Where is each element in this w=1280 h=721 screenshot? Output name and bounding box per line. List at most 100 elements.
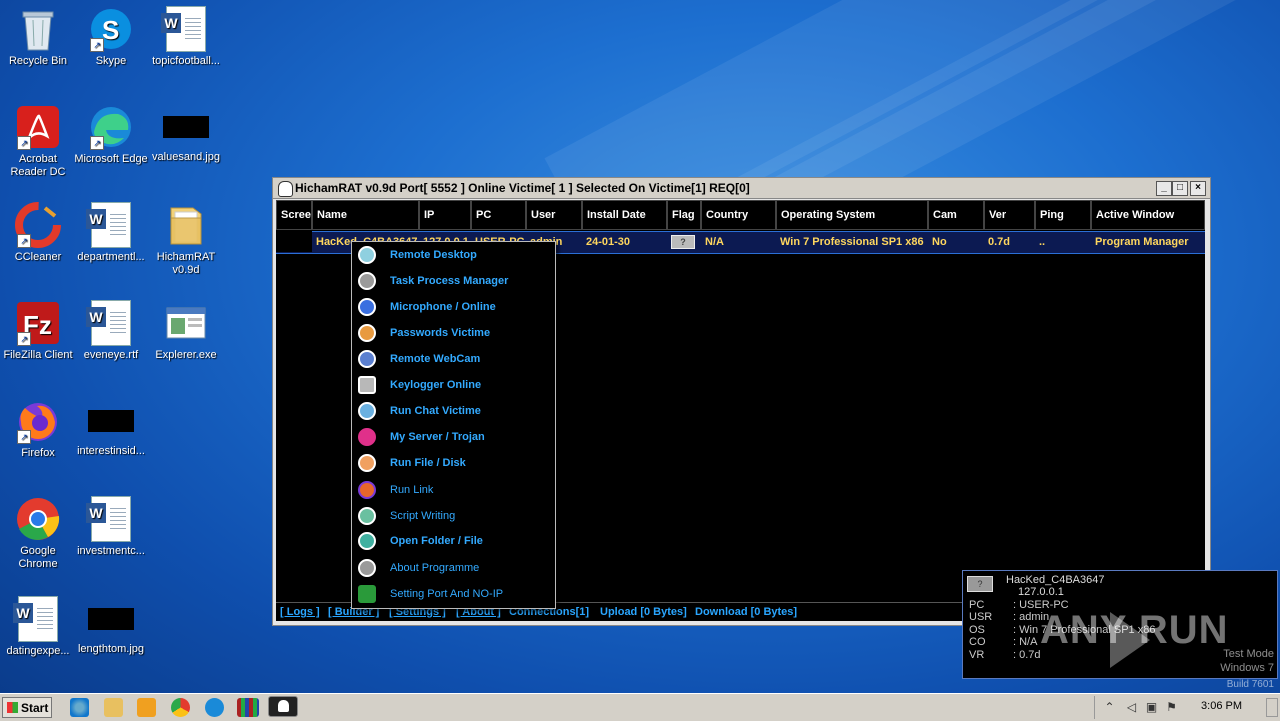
context-menu: Remote Desktop Task Process Manager Micr… [351, 241, 556, 609]
column-header-name[interactable]: Name [312, 200, 419, 230]
flag-icon: ? [671, 234, 695, 249]
desktop-icon-label: Explerer.exe [155, 349, 217, 361]
column-header-flag[interactable]: Flag [667, 200, 701, 230]
show-desktop-button[interactable] [1266, 698, 1278, 717]
hichamrat-taskbar-button[interactable] [268, 696, 298, 717]
desktop-icon-datingexpe[interactable]: W datingexpe... [0, 596, 76, 658]
menu-item-label: My Server / Trojan [390, 431, 485, 443]
window-titlebar[interactable]: HichamRAT v0.9d Port[ 5552 ] Online Vict… [273, 178, 1210, 199]
window-title: HichamRAT v0.9d Port[ 5552 ] Online Vict… [295, 181, 750, 195]
chrome-icon [15, 496, 61, 542]
menu-item-script-writing[interactable]: Script Writing [352, 504, 555, 528]
shortcut-arrow-icon: ↗ [17, 332, 31, 346]
notification-row-pc: PC [969, 599, 985, 611]
menu-item-setting-port[interactable]: Setting Port And NO-IP [352, 582, 555, 606]
menu-item-keylogger[interactable]: Keylogger Online [352, 373, 555, 397]
menu-item-remote-webcam[interactable]: Remote WebCam [352, 347, 555, 371]
column-header-pc[interactable]: PC [471, 200, 526, 230]
desktop-icon-skype[interactable]: S ↗ Skype [73, 6, 149, 68]
column-header-ping[interactable]: Ping [1035, 200, 1091, 230]
column-header-ver[interactable]: Ver [984, 200, 1035, 230]
desktop-icon-label: Skype [95, 55, 127, 67]
menu-item-remote-desktop[interactable]: Remote Desktop [352, 243, 555, 267]
menu-item-run-chat[interactable]: Run Chat Victime [352, 399, 555, 423]
menu-item-my-server[interactable]: My Server / Trojan [352, 425, 555, 449]
column-header-install-date[interactable]: Install Date [582, 200, 667, 230]
edge-icon: ↗ [88, 104, 134, 150]
edge-icon[interactable] [205, 698, 224, 717]
image-thumbnail [88, 608, 134, 630]
network-icon[interactable]: ▣ [1145, 701, 1158, 714]
desktop-icon-label: CCleaner [14, 251, 62, 263]
windows-logo-icon [7, 702, 18, 713]
winrar-icon[interactable] [237, 698, 259, 717]
webcam-icon [358, 350, 376, 368]
minimize-button[interactable]: _ [1156, 181, 1172, 196]
desktop-icon-valuesand[interactable]: valuesand.jpg [148, 104, 224, 164]
desktop-icon-chrome[interactable]: Google Chrome [0, 496, 76, 571]
menu-item-microphone[interactable]: Microphone / Online [352, 295, 555, 319]
desktop-icon-eveneye[interactable]: W eveneye.rtf [73, 300, 149, 362]
column-header-user[interactable]: User [526, 200, 582, 230]
action-center-flag-icon[interactable]: ⚑ [1165, 701, 1178, 714]
menu-item-run-link[interactable]: Run Link [352, 478, 555, 502]
desktop-icon-departmentl[interactable]: W departmentl... [73, 202, 149, 264]
skull-icon [278, 181, 293, 197]
desktop-icon-interestinsid[interactable]: interestinsid... [73, 398, 149, 458]
desktop-icon-explerer[interactable]: Explerer.exe [148, 300, 224, 362]
taskbar: Start ⌃ ◁ ▣ ⚑ 3:06 PM [0, 693, 1280, 721]
column-header-cam[interactable]: Cam [928, 200, 984, 230]
menu-item-about-programme[interactable]: About Programme [352, 556, 555, 580]
desktop-icon-firefox[interactable]: ↗ Firefox [0, 398, 76, 460]
volume-icon[interactable]: ◁ [1125, 701, 1138, 714]
column-header-active-window[interactable]: Active Window [1091, 200, 1205, 230]
menu-item-open-folder[interactable]: Open Folder / File [352, 529, 555, 553]
logs-link[interactable]: [ Logs ] [280, 603, 320, 621]
desktop-icon-acrobat[interactable]: ↗ Acrobat Reader DC [0, 104, 76, 179]
column-header-screen[interactable]: Scree [276, 200, 312, 230]
column-header-ip[interactable]: IP [419, 200, 471, 230]
menu-item-label: Setting Port And NO-IP [390, 588, 504, 600]
folder-tools-icon [358, 532, 376, 550]
application-window-icon [163, 300, 209, 346]
virus-icon [358, 428, 376, 446]
cell-country: N/A [705, 235, 724, 248]
shortcut-arrow-icon: ↗ [90, 38, 104, 52]
column-header-operating-system[interactable]: Operating System [776, 200, 928, 230]
maximize-button[interactable]: □ [1172, 181, 1188, 196]
word-document-icon: W [13, 596, 61, 642]
show-hidden-icons-icon[interactable]: ⌃ [1103, 701, 1116, 714]
desktop-icon-recycle-bin[interactable]: Recycle Bin [0, 6, 76, 68]
close-button[interactable]: × [1190, 181, 1206, 196]
keyboard-icon [358, 376, 376, 394]
notification-row-usr: USR [969, 611, 993, 623]
menu-item-label: About Programme [390, 562, 480, 574]
start-button[interactable]: Start [2, 697, 52, 718]
desktop-icon-lengthtom[interactable]: lengthtom.jpg [73, 596, 149, 656]
menu-item-label: Microphone / Online [390, 301, 496, 313]
ccleaner-icon: ↗ [15, 202, 61, 248]
menu-item-task-process-manager[interactable]: Task Process Manager [352, 269, 555, 293]
desktop-icon-label: departmentl... [77, 251, 145, 263]
menu-item-passwords[interactable]: Passwords Victime [352, 321, 555, 345]
taskbar-clock[interactable]: 3:06 PM [1201, 700, 1242, 712]
desktop-icon-topicfootball[interactable]: W topicfootball... [148, 6, 224, 68]
chrome-icon[interactable] [171, 698, 190, 717]
media-player-icon[interactable] [137, 698, 156, 717]
desktop-icon-label: lengthtom.jpg [77, 643, 145, 655]
flag-icon: ? [967, 576, 993, 592]
desktop-icon-investmentc[interactable]: W investmentc... [73, 496, 149, 558]
desktop-icon-label: topicfootball... [152, 55, 220, 67]
desktop-icon-edge[interactable]: ↗ Microsoft Edge [73, 104, 149, 166]
explorer-folder-icon[interactable] [104, 698, 123, 717]
shortcut-arrow-icon: ↗ [17, 136, 31, 150]
desktop-icon-filezilla[interactable]: Fz ↗ FileZilla Client [0, 300, 76, 362]
column-header-country[interactable]: Country [701, 200, 776, 230]
menu-item-run-file[interactable]: Run File / Disk [352, 451, 555, 475]
desktop-icon-hichamrat[interactable]: HichamRAT v0.9d [148, 202, 224, 277]
system-tray: ⌃ ◁ ▣ ⚑ 3:06 PM [1094, 696, 1280, 719]
folder-icon [163, 202, 209, 248]
desktop-icon-ccleaner[interactable]: ↗ CCleaner [0, 202, 76, 264]
cell-cam: No [932, 235, 947, 248]
ie-icon[interactable] [70, 698, 89, 717]
